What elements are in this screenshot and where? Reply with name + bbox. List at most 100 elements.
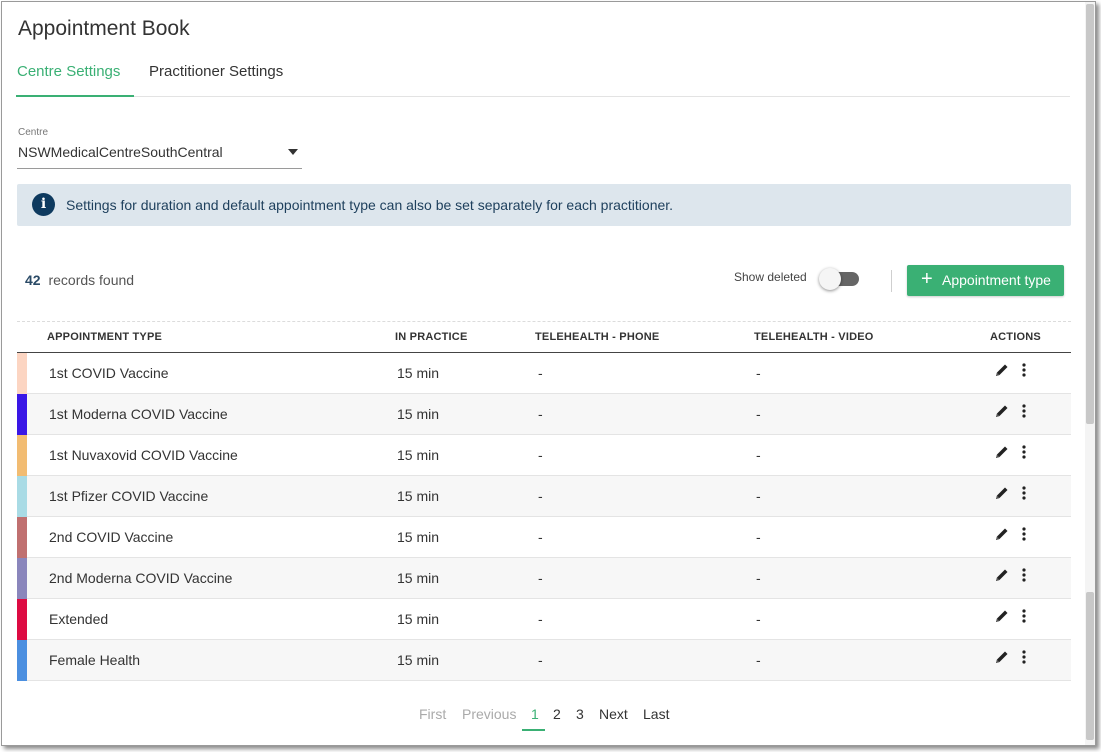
plus-icon: + [921,268,933,290]
toolbar-divider [891,270,892,292]
centre-label: Centre [18,127,49,138]
pencil-icon[interactable] [994,362,1010,378]
pencil-icon[interactable] [994,485,1010,501]
tab-practitioner-settings[interactable]: Practitioner Settings [149,60,283,94]
header-actions: ACTIONS [990,331,1041,343]
color-swatch [17,517,27,558]
appointment-type-name: 1st COVID Vaccine [49,365,169,381]
telehealth-phone-duration: - [538,652,543,668]
page-1[interactable]: 1 [531,706,539,722]
page-first[interactable]: First [419,706,446,722]
vertical-scrollbar[interactable] [1085,2,1095,745]
records-label: records found [48,272,135,288]
color-swatch [17,353,27,394]
page-2[interactable]: 2 [553,706,561,722]
appointment-type-name: 1st Pfizer COVID Vaccine [49,488,209,504]
add-appointment-type-label: Appointment type [942,272,1051,288]
color-swatch [17,640,27,681]
more-vertical-icon[interactable] [1020,362,1028,378]
more-vertical-icon[interactable] [1020,649,1028,665]
table-row[interactable]: Extended 15 min - - [17,599,1071,640]
scrollbar-thumb[interactable] [1086,4,1094,424]
info-icon: i [32,193,55,216]
telehealth-video-duration: - [756,406,761,422]
table-header: APPOINTMENT TYPE IN PRACTICE TELEHEALTH … [17,321,1071,353]
color-swatch [17,599,27,640]
telehealth-phone-duration: - [538,365,543,381]
appointment-type-name: Female Health [49,652,141,668]
info-text: Settings for duration and default appoin… [66,197,674,213]
appointment-type-name: 2nd COVID Vaccine [49,529,174,545]
info-banner: i Settings for duration and default appo… [17,184,1071,226]
telehealth-video-duration: - [756,529,761,545]
in-practice-duration: 15 min [397,488,440,504]
pencil-icon[interactable] [994,526,1010,542]
pencil-icon[interactable] [994,403,1010,419]
table-row[interactable]: 1st Pfizer COVID Vaccine 15 min - - [17,476,1071,517]
telehealth-phone-duration: - [538,488,543,504]
centre-select-value: NSWMedicalCentreSouthCentral [18,144,223,160]
appointment-type-name: Extended [49,611,109,627]
more-vertical-icon[interactable] [1020,608,1028,624]
telehealth-video-duration: - [756,611,761,627]
page-next[interactable]: Next [599,706,628,722]
current-page-indicator [522,729,545,731]
table-row[interactable]: 2nd COVID Vaccine 15 min - - [17,517,1071,558]
show-deleted-label: Show deleted [734,270,807,284]
appointment-type-name: 2nd Moderna COVID Vaccine [49,570,233,586]
page-3[interactable]: 3 [576,706,584,722]
in-practice-duration: 15 min [397,570,440,586]
app-window: Appointment Book Centre Settings Practit… [1,1,1096,746]
tab-centre-settings[interactable]: Centre Settings [16,60,134,97]
in-practice-duration: 15 min [397,365,440,381]
color-swatch [17,394,27,435]
pencil-icon[interactable] [994,649,1010,665]
in-practice-duration: 15 min [397,611,440,627]
table-row[interactable]: 1st Moderna COVID Vaccine 15 min - - [17,394,1071,435]
table-row[interactable]: 2nd Moderna COVID Vaccine 15 min - - [17,558,1071,599]
more-vertical-icon[interactable] [1020,485,1028,501]
table-row[interactable]: 1st COVID Vaccine 15 min - - [17,353,1071,394]
appointment-type-name: 1st Moderna COVID Vaccine [49,406,228,422]
telehealth-video-duration: - [756,365,761,381]
show-deleted-toggle[interactable] [819,267,861,291]
pencil-icon[interactable] [994,444,1010,460]
in-practice-duration: 15 min [397,447,440,463]
more-vertical-icon[interactable] [1020,403,1028,419]
appointment-types-table: APPOINTMENT TYPE IN PRACTICE TELEHEALTH … [17,321,1071,681]
header-appointment-type[interactable]: APPOINTMENT TYPE [47,331,162,343]
caret-down-icon [288,149,298,155]
table-body: 1st COVID Vaccine 15 min - -1st Moderna COV… [17,353,1071,681]
color-swatch [17,476,27,517]
header-in-practice[interactable]: IN PRACTICE [395,331,467,343]
pencil-icon[interactable] [994,567,1010,583]
telehealth-phone-duration: - [538,447,543,463]
telehealth-phone-duration: - [538,406,543,422]
pencil-icon[interactable] [994,608,1010,624]
telehealth-phone-duration: - [538,529,543,545]
centre-select[interactable]: NSWMedicalCentreSouthCentral [17,142,302,169]
telehealth-video-duration: - [756,570,761,586]
records-found: 42 records found [25,272,134,288]
in-practice-duration: 15 min [397,406,440,422]
more-vertical-icon[interactable] [1020,567,1028,583]
pagination: First Previous 1 2 3 Next Last [2,706,1095,736]
table-row[interactable]: 1st Nuvaxovid COVID Vaccine 15 min - - [17,435,1071,476]
header-telehealth-phone[interactable]: TELEHEALTH - PHONE [535,331,659,343]
color-swatch [17,558,27,599]
table-row[interactable]: Female Health 15 min - - [17,640,1071,681]
scrollbar-thumb-lower[interactable] [1086,592,1094,740]
in-practice-duration: 15 min [397,529,440,545]
more-vertical-icon[interactable] [1020,444,1028,460]
tab-bar: Centre Settings Practitioner Settings [16,60,1070,97]
more-vertical-icon[interactable] [1020,526,1028,542]
telehealth-phone-duration: - [538,570,543,586]
telehealth-video-duration: - [756,447,761,463]
add-appointment-type-button[interactable]: + Appointment type [907,265,1064,296]
header-telehealth-video[interactable]: TELEHEALTH - VIDEO [754,331,874,343]
page-previous[interactable]: Previous [462,706,516,722]
page-last[interactable]: Last [643,706,669,722]
page-title: Appointment Book [18,17,190,40]
in-practice-duration: 15 min [397,652,440,668]
color-swatch [17,435,27,476]
